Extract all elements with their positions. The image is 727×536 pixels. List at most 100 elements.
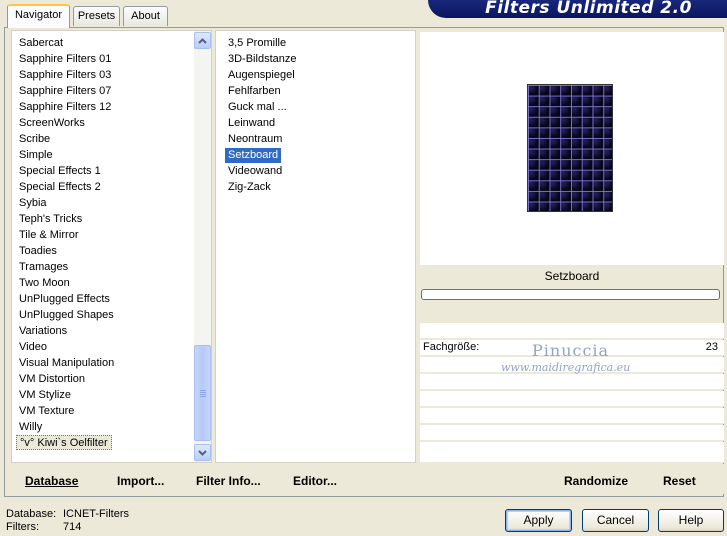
category-item[interactable]: Tile & Mirror [16, 227, 81, 243]
navigator-panel: Sabercat Sapphire Filters 01 Sapphire Filt… [4, 27, 724, 497]
filter-item[interactable]: Augenspiegel [225, 67, 298, 83]
category-item-label: Special Effects 1 [19, 165, 101, 177]
import-button[interactable]: Import... [117, 473, 164, 489]
category-item-label: VM Texture [19, 405, 75, 417]
filter-list[interactable]: 3,5 Promille 3D-Bildstanze Augenspiegel Feh… [215, 30, 416, 463]
filter-info-button[interactable]: Filter Info... [196, 473, 261, 489]
status-filters-value: 714 [63, 521, 82, 533]
left-toolbar: Database Import... Filter Info... Editor… [11, 464, 416, 494]
chevron-down-icon [198, 449, 207, 456]
category-item-label: Variations [19, 325, 68, 337]
category-item[interactable]: UnPlugged Effects [16, 291, 113, 307]
help-button[interactable]: Help [658, 509, 724, 532]
category-item-label: Sapphire Filters 01 [19, 53, 112, 65]
filter-item-label: Videowand [228, 165, 283, 177]
filter-item-label: Setzboard [225, 148, 282, 163]
randomize-button[interactable]: Randomize [564, 473, 628, 489]
category-item-label: VM Stylize [19, 389, 71, 401]
param-row-empty [420, 408, 724, 424]
tab-presets[interactable]: Presets [73, 6, 120, 26]
filter-item[interactable]: 3D-Bildstanze [225, 51, 299, 67]
category-item-label: Sybia [19, 197, 47, 209]
category-item[interactable]: Sapphire Filters 03 [16, 67, 114, 83]
cancel-button[interactable]: Cancel [582, 509, 649, 532]
category-item[interactable]: Scribe [16, 131, 53, 147]
category-item-label: °v° Kiwi`s Oelfilter [16, 435, 112, 450]
category-item[interactable]: Sapphire Filters 01 [16, 51, 114, 67]
filter-item-label: 3D-Bildstanze [228, 53, 297, 65]
category-item[interactable]: Simple [16, 147, 56, 163]
apply-button[interactable]: Apply [505, 509, 572, 532]
category-list[interactable]: Sabercat Sapphire Filters 01 Sapphire Filt… [11, 30, 212, 463]
category-item[interactable]: VM Distortion [16, 371, 88, 387]
editor-button[interactable]: Editor... [293, 473, 337, 489]
preview-area [420, 32, 724, 265]
progress-bar [421, 289, 720, 300]
reset-button[interactable]: Reset [663, 473, 696, 489]
filter-item-label: Fehlfarben [228, 85, 281, 97]
filter-item[interactable]: Videowand [225, 163, 285, 179]
category-item-label: UnPlugged Effects [19, 293, 110, 305]
filter-item[interactable]: Leinwand [225, 115, 278, 131]
filter-item-label: Zig-Zack [228, 181, 271, 193]
filter-item[interactable]: Neontraum [225, 131, 285, 147]
category-item-label: Scribe [19, 133, 51, 145]
tab-about[interactable]: About [123, 6, 168, 26]
filter-item[interactable]: 3,5 Promille [225, 35, 289, 51]
preview-filter-name: Setzboard [544, 269, 600, 283]
category-item-label: Sabercat [19, 37, 64, 49]
category-item[interactable]: Toadies [16, 243, 60, 259]
category-item-label: Video [19, 341, 47, 353]
category-item[interactable]: Special Effects 2 [16, 179, 104, 195]
category-item-label: Toadies [19, 245, 57, 257]
category-item-label: Sapphire Filters 07 [19, 85, 112, 97]
category-item[interactable]: Sapphire Filters 07 [16, 83, 114, 99]
status-filters: Filters: 714 [6, 521, 81, 534]
category-scrollbar[interactable] [194, 31, 211, 462]
category-item[interactable]: Visual Manipulation [16, 355, 117, 371]
category-item[interactable]: Sapphire Filters 12 [16, 99, 114, 115]
scroll-up-button[interactable] [194, 32, 211, 49]
filter-item[interactable]: Setzboard [225, 147, 282, 163]
app-banner-title: Filters Unlimited 2.0 [428, 0, 727, 18]
param-value: 23 [705, 341, 718, 353]
category-item[interactable]: VM Texture [16, 403, 77, 419]
param-row-empty [420, 374, 724, 390]
category-item[interactable]: Tramages [16, 259, 71, 275]
filter-item[interactable]: Guck mal ... [225, 99, 290, 115]
category-item[interactable]: °v° Kiwi`s Oelfilter [16, 435, 112, 451]
category-item[interactable]: Variations [16, 323, 70, 339]
category-item[interactable]: UnPlugged Shapes [16, 307, 117, 323]
preview-image [527, 84, 613, 212]
category-item-label: ScreenWorks [19, 117, 85, 129]
category-item[interactable]: Sybia [16, 195, 50, 211]
category-item-label: Tramages [19, 261, 69, 273]
scroll-thumb[interactable] [194, 345, 211, 441]
category-item-label: VM Distortion [19, 373, 86, 385]
category-item-label: Tile & Mirror [19, 229, 79, 241]
tab-strip-border [4, 27, 724, 28]
category-item[interactable]: ScreenWorks [16, 115, 88, 131]
category-item-label: Sapphire Filters 03 [19, 69, 112, 81]
filter-item[interactable]: Fehlfarben [225, 83, 284, 99]
category-item[interactable]: Teph's Tricks [16, 211, 85, 227]
tab-navigator[interactable]: Navigator [7, 4, 70, 28]
status-database-label: Database: [6, 508, 57, 520]
scroll-down-button[interactable] [194, 444, 211, 461]
category-item-label: Willy [19, 421, 43, 433]
category-item-label: Simple [19, 149, 53, 161]
category-item[interactable]: Sabercat [16, 35, 66, 51]
category-item-label: UnPlugged Shapes [19, 309, 114, 321]
category-item[interactable]: VM Stylize [16, 387, 74, 403]
filter-item[interactable]: Zig-Zack [225, 179, 274, 195]
status-filters-label: Filters: [6, 521, 39, 533]
watermark-name: Pinuccia [532, 341, 610, 360]
category-item-label: Special Effects 2 [19, 181, 101, 193]
database-button[interactable]: Database [25, 473, 78, 489]
category-item[interactable]: Two Moon [16, 275, 73, 291]
category-item[interactable]: Willy [16, 419, 45, 435]
category-item[interactable]: Video [16, 339, 50, 355]
category-item[interactable]: Special Effects 1 [16, 163, 104, 179]
filter-item-label: Neontraum [228, 133, 283, 145]
filter-item-label: Guck mal ... [228, 101, 287, 113]
